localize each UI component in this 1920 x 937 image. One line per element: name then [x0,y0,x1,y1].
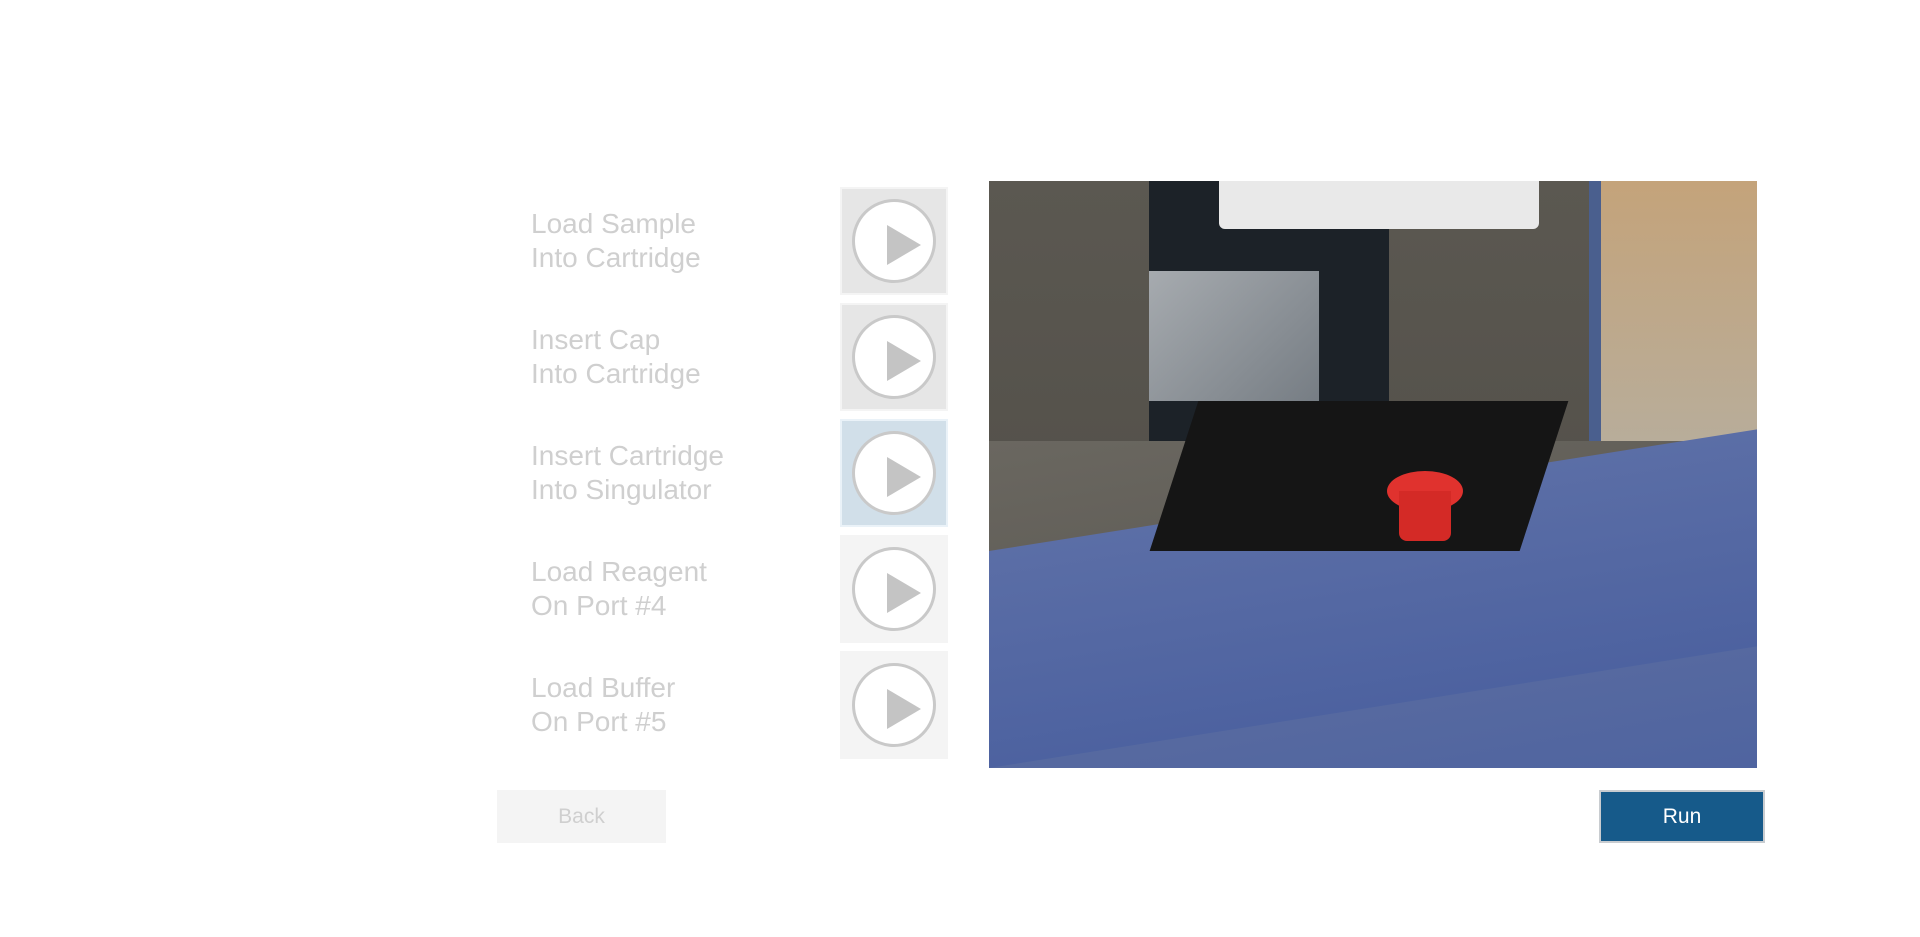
play-icon [852,663,936,747]
step-label-line1: Insert Cartridge [531,440,724,471]
step-label-line2: Into Cartridge [531,358,701,389]
play-icon [852,547,936,631]
step-label-line2: On Port #5 [531,706,667,737]
run-button[interactable]: Run [1599,790,1765,843]
step-label-line1: Insert Cap [531,324,661,355]
play-step-button[interactable] [840,419,948,527]
play-icon [852,315,936,399]
play-step-button[interactable] [840,535,948,643]
play-triangle [887,689,921,729]
step-label-line1: Load Sample [531,208,697,239]
step-label: Insert Cartridge Into Singulator [531,439,724,507]
play-icon [852,199,936,283]
play-triangle [887,457,921,497]
play-step-button[interactable] [840,187,948,295]
step-label: Insert Cap Into Cartridge [531,323,701,391]
step-label-line1: Load Buffer [531,672,676,703]
step-label: Load Sample Into Cartridge [531,207,701,275]
step-label-line2: On Port #4 [531,590,667,621]
play-triangle [887,225,921,265]
step-label-line2: Into Singulator [531,474,712,505]
play-icon [852,431,936,515]
back-button[interactable]: Back [497,790,666,843]
play-triangle [887,341,921,381]
instruction-video[interactable] [989,181,1757,768]
step-label-line1: Load Reagent [531,556,707,587]
step-label: Load Buffer On Port #5 [531,671,675,739]
play-triangle [887,573,921,613]
step-label: Load Reagent On Port #4 [531,555,707,623]
step-label-line2: Into Cartridge [531,242,701,273]
play-step-button[interactable] [840,651,948,759]
play-step-button[interactable] [840,303,948,411]
